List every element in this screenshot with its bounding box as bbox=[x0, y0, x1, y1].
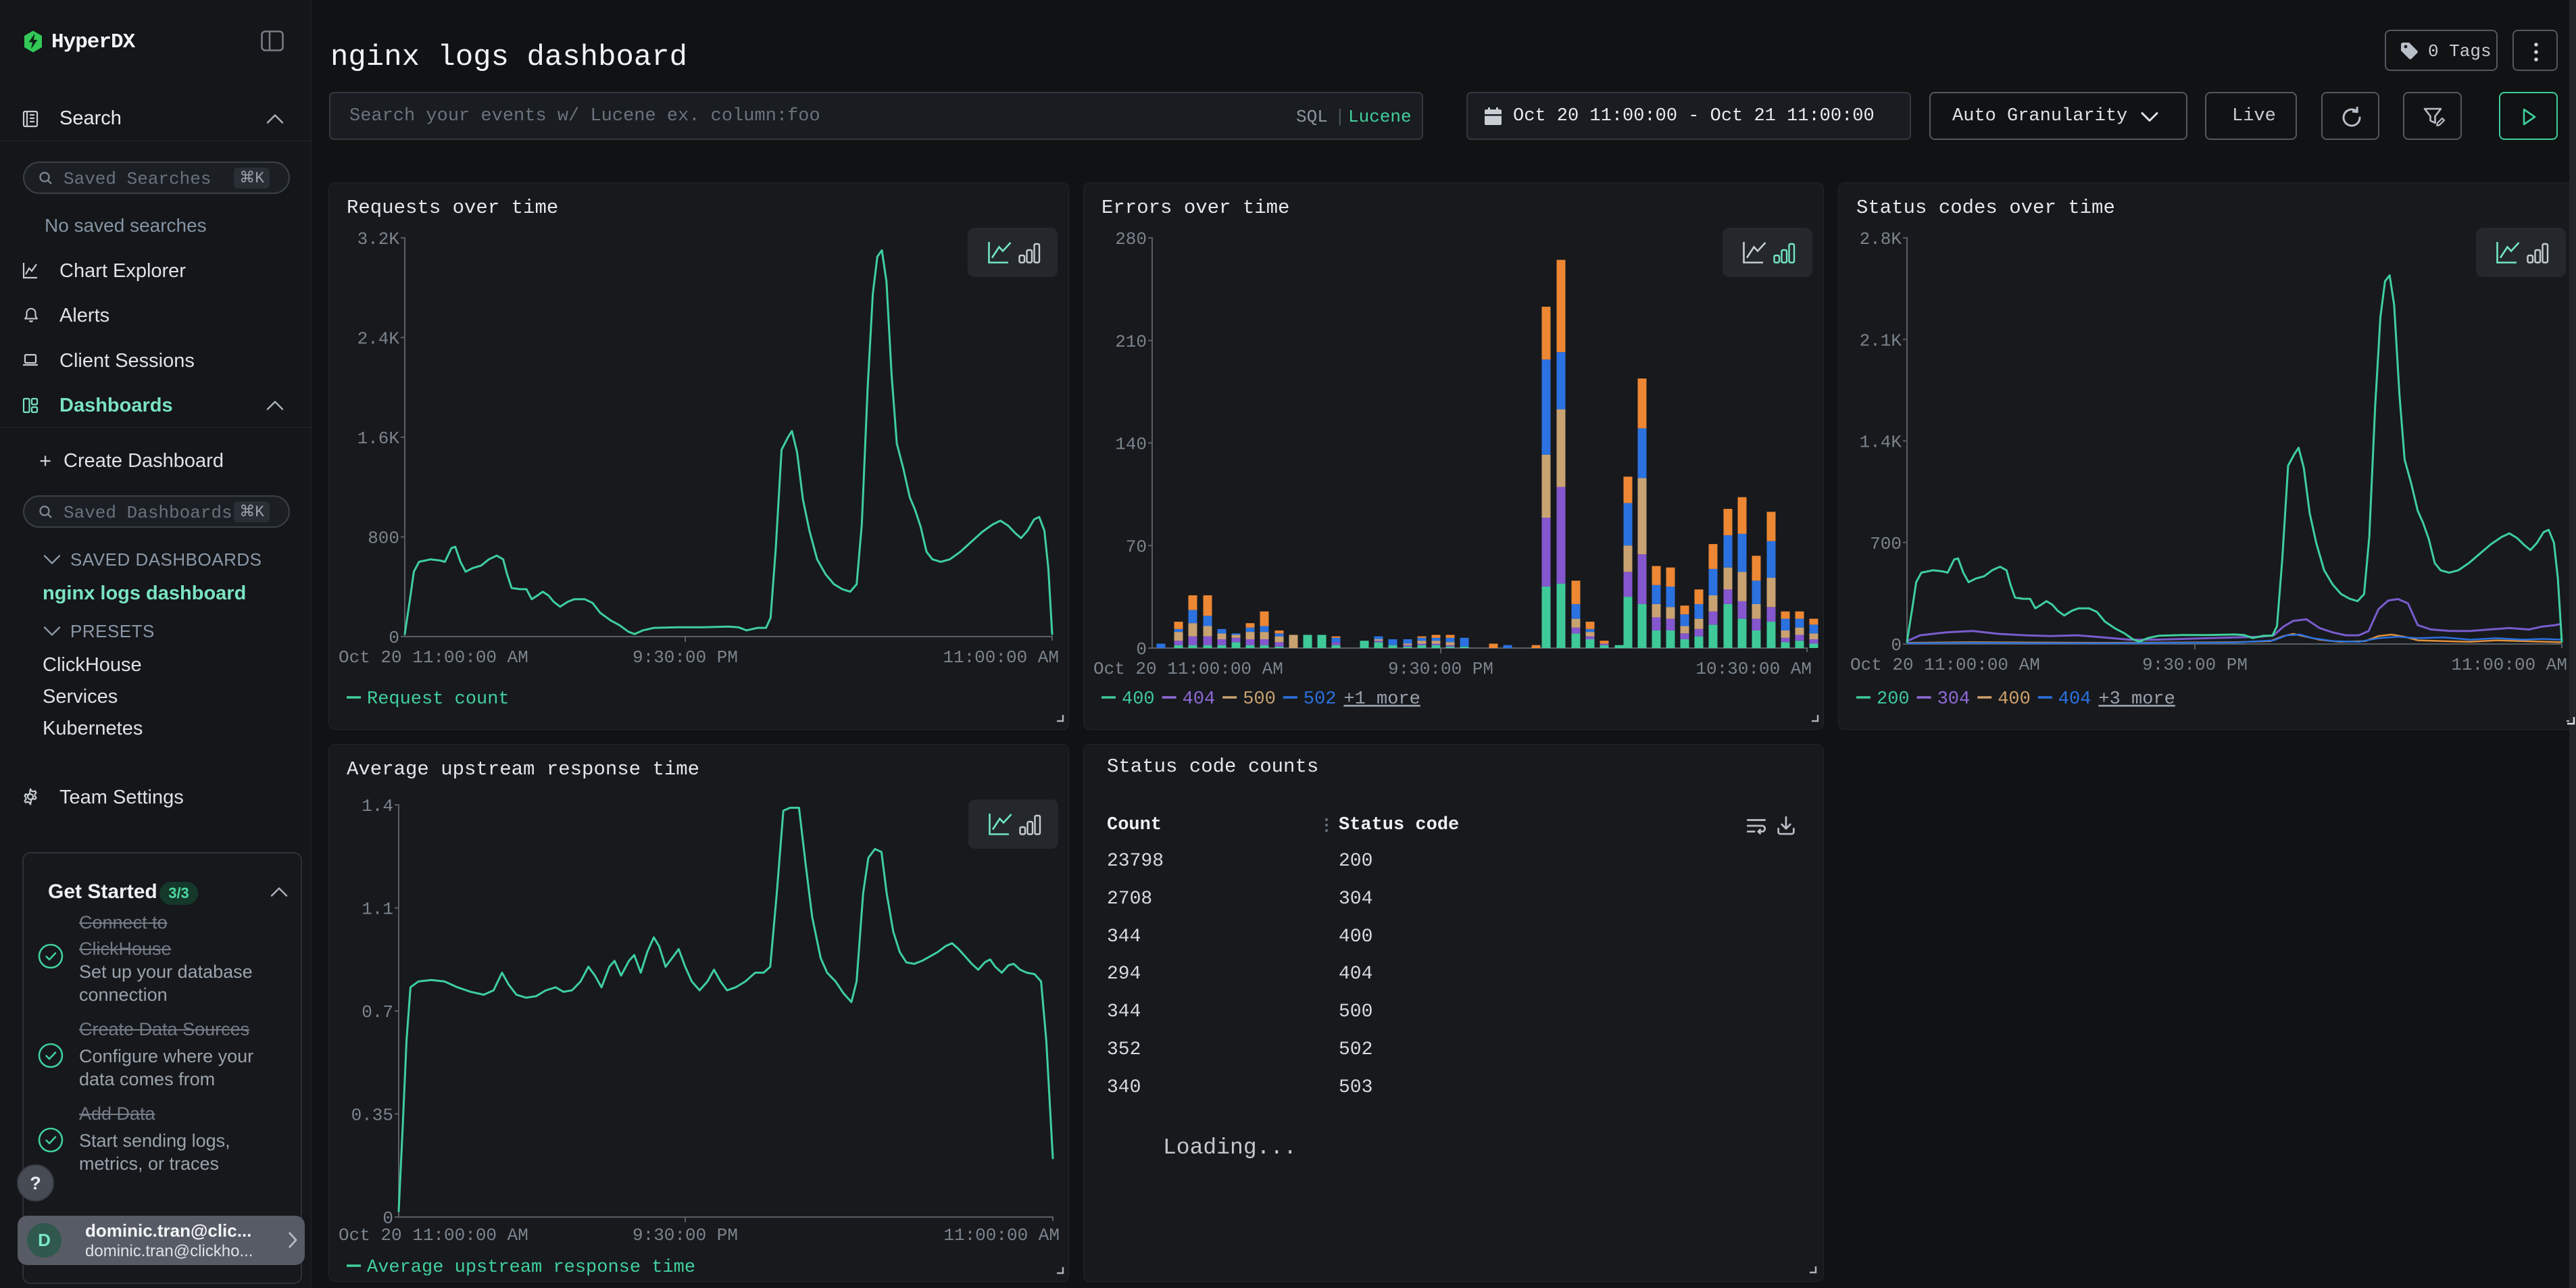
svg-text:Average upstream response time: Average upstream response time bbox=[347, 758, 699, 781]
svg-text:400: 400 bbox=[1998, 689, 2031, 710]
svg-text:Oct 20 11:00:00 AM: Oct 20 11:00:00 AM bbox=[339, 1225, 528, 1245]
svg-text:9:30:00 PM: 9:30:00 PM bbox=[1388, 659, 1493, 679]
svg-text:1.6K: 1.6K bbox=[357, 428, 400, 449]
svg-text:304: 304 bbox=[1937, 689, 1971, 710]
svg-text:Status codes over time: Status codes over time bbox=[1856, 197, 2115, 219]
svg-text:404: 404 bbox=[1183, 689, 1216, 710]
svg-text:10:30:00 AM: 10:30:00 AM bbox=[1695, 659, 1812, 679]
svg-text:0.35: 0.35 bbox=[351, 1106, 393, 1126]
svg-text:9:30:00 PM: 9:30:00 PM bbox=[633, 1225, 738, 1245]
svg-text:502: 502 bbox=[1304, 689, 1337, 710]
svg-text:400: 400 bbox=[1122, 689, 1155, 710]
svg-text:Errors over time: Errors over time bbox=[1101, 197, 1289, 219]
svg-text:500: 500 bbox=[1243, 689, 1276, 710]
svg-text:3.2K: 3.2K bbox=[357, 229, 400, 249]
svg-text:9:30:00 PM: 9:30:00 PM bbox=[633, 647, 738, 668]
svg-text:Oct 20 11:00:00 AM: Oct 20 11:00:00 AM bbox=[1093, 659, 1283, 679]
svg-text:404: 404 bbox=[2058, 689, 2091, 710]
svg-text:Average upstream response time: Average upstream response time bbox=[367, 1258, 695, 1278]
svg-text:2.8K: 2.8K bbox=[1860, 229, 1902, 249]
svg-text:1.4: 1.4 bbox=[362, 796, 393, 816]
svg-text:280: 280 bbox=[1115, 229, 1147, 249]
svg-text:210: 210 bbox=[1115, 332, 1147, 352]
svg-text:Oct 20 11:00:00 AM: Oct 20 11:00:00 AM bbox=[1850, 655, 2040, 675]
svg-text:+3 more: +3 more bbox=[2098, 689, 2175, 710]
svg-text:0: 0 bbox=[389, 628, 399, 648]
svg-text:0: 0 bbox=[1891, 635, 1902, 655]
svg-text:9:30:00 PM: 9:30:00 PM bbox=[2142, 655, 2248, 675]
svg-text:Oct 20 11:00:00 AM: Oct 20 11:00:00 AM bbox=[339, 647, 528, 668]
svg-text:0.7: 0.7 bbox=[362, 1002, 393, 1022]
svg-text:11:00:00 AM: 11:00:00 AM bbox=[2451, 655, 2567, 675]
svg-text:140: 140 bbox=[1115, 435, 1147, 455]
svg-text:Requests over time: Requests over time bbox=[347, 197, 558, 219]
svg-text:800: 800 bbox=[368, 528, 399, 549]
svg-text:2.1K: 2.1K bbox=[1860, 330, 1902, 351]
svg-text:1.4K: 1.4K bbox=[1860, 432, 1902, 453]
svg-text:11:00:00 AM: 11:00:00 AM bbox=[943, 647, 1059, 668]
svg-text:1.1: 1.1 bbox=[362, 899, 393, 920]
svg-text:700: 700 bbox=[1870, 534, 1902, 554]
svg-text:11:00:00 AM: 11:00:00 AM bbox=[943, 1225, 1060, 1245]
svg-text:+1 more: +1 more bbox=[1343, 689, 1420, 710]
svg-text:2.4K: 2.4K bbox=[357, 329, 400, 349]
svg-text:0: 0 bbox=[1136, 639, 1147, 660]
svg-text:70: 70 bbox=[1126, 537, 1147, 557]
svg-text:200: 200 bbox=[1877, 689, 1910, 710]
svg-text:Request count: Request count bbox=[367, 689, 510, 710]
